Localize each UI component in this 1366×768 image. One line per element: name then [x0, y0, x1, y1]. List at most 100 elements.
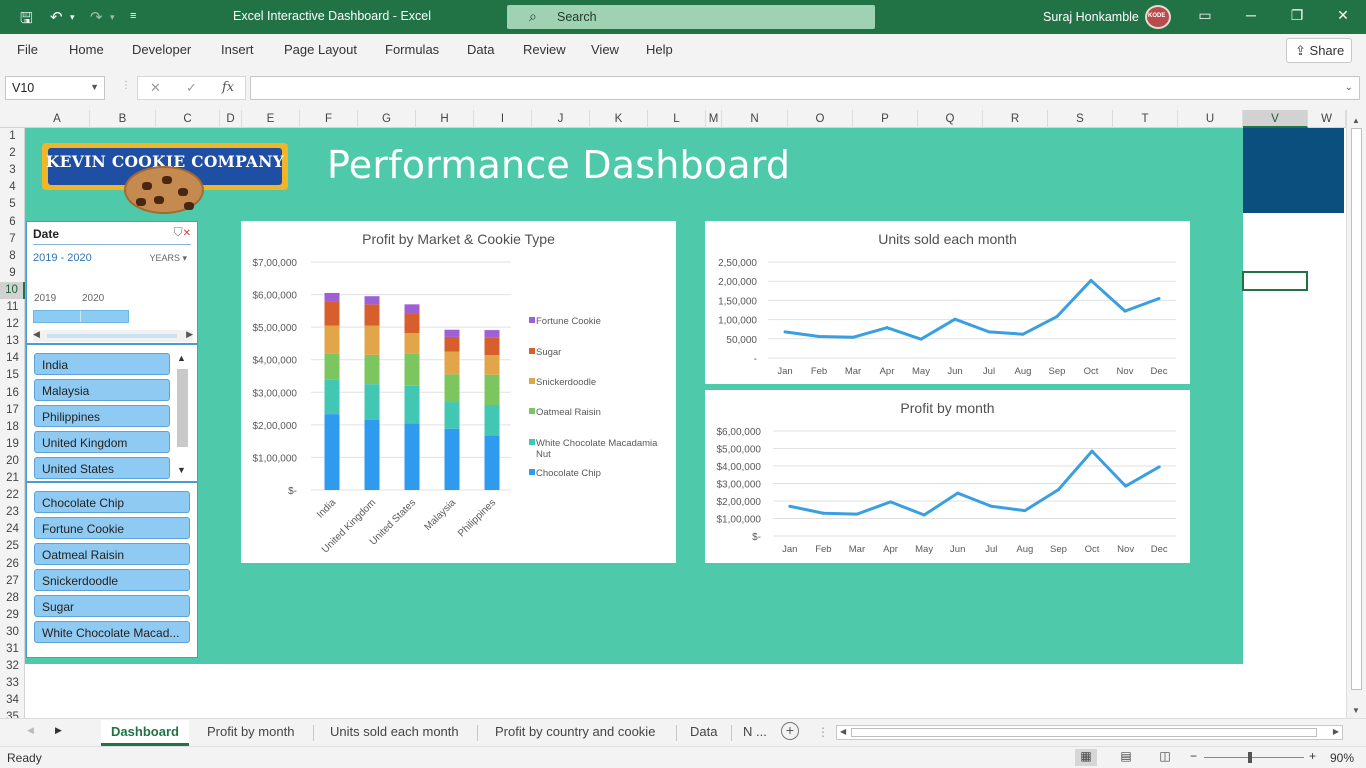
row-header-cell[interactable]: 8 — [0, 248, 25, 265]
sheet-tab-units-sold[interactable]: Units sold each month — [324, 723, 465, 745]
tab-home[interactable]: Home — [69, 42, 104, 57]
column-header-cell[interactable]: Q — [918, 110, 983, 128]
data-point[interactable] — [885, 326, 889, 330]
normal-view-icon[interactable]: ▦ — [1075, 749, 1097, 766]
add-sheet-icon[interactable]: + — [781, 722, 799, 740]
data-point[interactable] — [821, 511, 825, 515]
column-header-cell[interactable]: E — [242, 110, 300, 128]
column-header-cell[interactable]: H — [416, 110, 474, 128]
scroll-thumb[interactable] — [1351, 128, 1362, 690]
row-header-cell[interactable]: 31 — [0, 641, 25, 658]
column-header-cell[interactable]: B — [90, 110, 156, 128]
row-header-cell[interactable]: 4 — [0, 179, 25, 196]
bar-segment[interactable] — [404, 333, 420, 354]
timeline-scroll-thumb[interactable] — [47, 334, 177, 338]
scroll-thumb[interactable] — [177, 369, 188, 447]
column-header-cell[interactable]: G — [358, 110, 416, 128]
page-layout-view-icon[interactable]: ▤ — [1115, 749, 1137, 766]
data-point[interactable] — [989, 504, 993, 508]
row-header-cell[interactable]: 33 — [0, 675, 25, 692]
bar-segment[interactable] — [444, 351, 460, 375]
slicer-item-india[interactable]: India — [34, 353, 170, 375]
row-header-cell[interactable]: 12 — [0, 316, 25, 333]
row-header-cell[interactable]: 18 — [0, 419, 25, 436]
data-point[interactable] — [1089, 278, 1093, 282]
slicer-item-white-chocolate[interactable]: White Chocolate Macad... — [34, 621, 190, 643]
bar-segment[interactable] — [324, 301, 340, 326]
column-header-cell[interactable]: N — [722, 110, 788, 128]
scroll-right-icon[interactable]: ▶ — [186, 329, 193, 340]
row-header-cell[interactable]: 32 — [0, 658, 25, 675]
row-header-cell[interactable]: 1 — [0, 128, 25, 145]
sheet-tab-dashboard[interactable]: Dashboard — [101, 720, 189, 746]
formula-input[interactable]: ⌄ — [250, 76, 1360, 100]
sheet-tab-data[interactable]: Data — [684, 723, 723, 745]
data-point[interactable] — [1124, 484, 1128, 488]
slicer-item-philippines[interactable]: Philippines — [34, 405, 170, 427]
slicer-item-snickerdoodle[interactable]: Snickerdoodle — [34, 569, 190, 591]
bar-segment[interactable] — [444, 336, 460, 352]
bar-segment[interactable] — [484, 337, 500, 356]
bar-segment[interactable] — [324, 353, 340, 380]
timeline-scrollbar[interactable]: ◀ ▶ — [33, 329, 193, 342]
slicer-item-oatmeal-raisin[interactable]: Oatmeal Raisin — [34, 543, 190, 565]
data-point[interactable] — [919, 337, 923, 341]
selected-cell[interactable] — [1242, 271, 1308, 291]
zoom-in-icon[interactable]: + — [1309, 749, 1316, 763]
profit-by-market-chart[interactable]: Profit by Market & Cookie Type $- $1,00,0… — [241, 221, 676, 563]
zoom-slider[interactable] — [1204, 757, 1304, 758]
column-header-cell[interactable]: O — [788, 110, 853, 128]
column-header-cell[interactable]: U — [1178, 110, 1243, 128]
bar-segment[interactable] — [364, 419, 380, 490]
row-header-cell[interactable]: 6 — [0, 214, 25, 231]
tab-file[interactable]: File — [17, 42, 38, 57]
row-header-cell[interactable]: 29 — [0, 607, 25, 624]
restore-icon[interactable]: ❐ — [1287, 7, 1307, 24]
bar-segment[interactable] — [484, 355, 500, 375]
row-header-cell[interactable]: 13 — [0, 333, 25, 350]
scroll-left-icon[interactable]: ◀ — [840, 727, 846, 736]
save-icon[interactable]: 🖫 — [20, 8, 33, 33]
bar-segment[interactable] — [404, 385, 420, 424]
insert-function-icon[interactable]: fx — [222, 80, 234, 95]
customize-toolbar-icon[interactable]: ≡ — [130, 10, 136, 22]
bar-segment[interactable] — [484, 330, 500, 338]
data-point[interactable] — [1056, 488, 1060, 492]
units-sold-chart[interactable]: Units sold each month -50,000 1,00,000 1,5… — [705, 221, 1190, 384]
scroll-down-icon[interactable]: ▼ — [177, 465, 186, 475]
row-header-cell[interactable]: 25 — [0, 538, 25, 555]
ribbon-display-icon[interactable]: ▭ — [1195, 7, 1215, 24]
data-point[interactable] — [922, 513, 926, 517]
bar-segment[interactable] — [364, 354, 380, 385]
column-header-cell[interactable]: A — [25, 110, 90, 128]
enter-icon[interactable]: ✓ — [186, 80, 197, 96]
page-break-view-icon[interactable]: ◫ — [1154, 749, 1176, 766]
data-point[interactable] — [1023, 509, 1027, 513]
zoom-slider-thumb[interactable] — [1248, 752, 1252, 763]
data-point[interactable] — [1157, 296, 1161, 300]
row-header-cell[interactable]: 24 — [0, 521, 25, 538]
row-header-cell[interactable]: 22 — [0, 487, 25, 504]
data-point[interactable] — [1157, 465, 1161, 469]
column-header-cell[interactable]: P — [853, 110, 918, 128]
column-header-cell[interactable]: M — [706, 110, 722, 128]
scroll-up-icon[interactable]: ▲ — [1352, 116, 1360, 125]
bar-segment[interactable] — [404, 313, 420, 334]
column-header-cell[interactable]: I — [474, 110, 532, 128]
expand-formula-icon[interactable]: ⌄ — [1345, 82, 1353, 93]
horizontal-scrollbar[interactable]: ◀ ▶ — [836, 725, 1343, 740]
tab-developer[interactable]: Developer — [132, 42, 191, 57]
row-header-cell[interactable]: 34 — [0, 692, 25, 709]
prev-sheet-icon[interactable]: ◀ — [27, 725, 34, 736]
sheet-tab-profit-by-country[interactable]: Profit by country and cookie — [489, 723, 661, 745]
data-point[interactable] — [889, 500, 893, 504]
slicer-item-fortune-cookie[interactable]: Fortune Cookie — [34, 517, 190, 539]
tab-review[interactable]: Review — [523, 42, 566, 57]
column-header-cell[interactable]: S — [1048, 110, 1113, 128]
undo-icon[interactable]: ↶ — [50, 8, 63, 26]
bar-segment[interactable] — [444, 402, 460, 429]
data-point[interactable] — [788, 504, 792, 508]
row-header-cell[interactable]: 27 — [0, 573, 25, 590]
redo-icon[interactable]: ↷ — [90, 8, 103, 26]
timeline-selection-bar[interactable] — [33, 310, 129, 323]
